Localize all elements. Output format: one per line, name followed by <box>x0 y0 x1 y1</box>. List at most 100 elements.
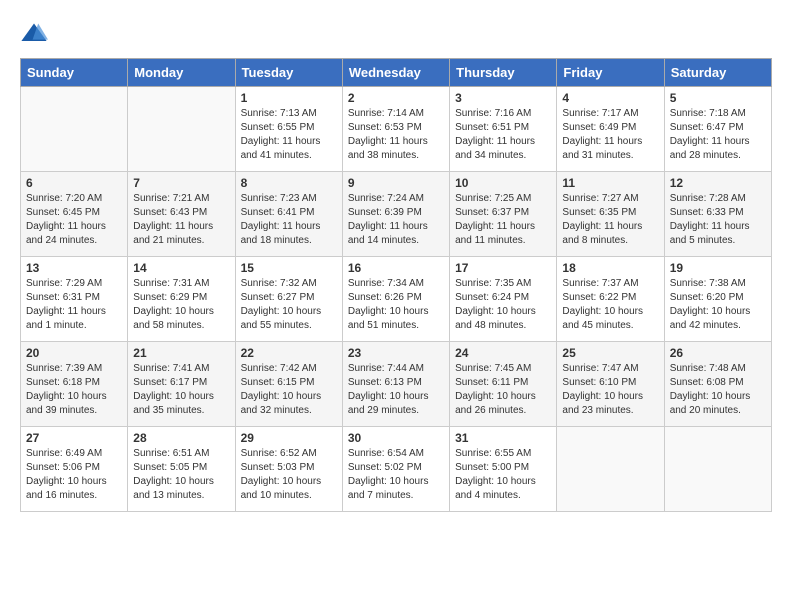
calendar-cell: 31 Sunrise: 6:55 AM Sunset: 5:00 PM Dayli… <box>450 427 557 512</box>
day-content: Sunrise: 7:27 AM Sunset: 6:35 PM Dayligh… <box>562 192 658 248</box>
calendar-cell: 6Sunrise: 7:20 AM Sunset: 6:45 PM Daylig… <box>21 172 128 257</box>
calendar-cell: 9 Sunrise: 7:24 AM Sunset: 6:39 PM Daylig… <box>342 172 449 257</box>
day-content: Sunrise: 6:51 AM Sunset: 5:05 PM Dayligh… <box>133 447 229 503</box>
calendar-week-row: 20 Sunrise: 7:39 AM Sunset: 6:18 PM Dayli… <box>21 342 772 427</box>
day-content: Sunrise: 7:21 AM Sunset: 6:43 PM Dayligh… <box>133 192 229 248</box>
day-number: 9 <box>348 176 444 190</box>
day-content: Sunrise: 7:13 AM Sunset: 6:55 PM Dayligh… <box>241 107 337 163</box>
calendar-cell: 13 Sunrise: 7:29 AM Sunset: 6:31 PM Dayli… <box>21 257 128 342</box>
page-header <box>20 20 772 48</box>
day-number: 11 <box>562 176 658 190</box>
calendar-cell: 16 Sunrise: 7:34 AM Sunset: 6:26 PM Dayli… <box>342 257 449 342</box>
calendar-cell: 21Sunrise: 7:41 AM Sunset: 6:17 PM Dayli… <box>128 342 235 427</box>
calendar-cell: 22 Sunrise: 7:42 AM Sunset: 6:15 PM Dayli… <box>235 342 342 427</box>
day-number: 5 <box>670 91 766 105</box>
calendar-body: 1 Sunrise: 7:13 AM Sunset: 6:55 PM Daylig… <box>21 87 772 512</box>
calendar-cell: 17Sunrise: 7:35 AM Sunset: 6:24 PM Dayli… <box>450 257 557 342</box>
day-content: Sunrise: 7:28 AM Sunset: 6:33 PM Dayligh… <box>670 192 766 248</box>
day-number: 1 <box>241 91 337 105</box>
calendar-day-header: Monday <box>128 59 235 87</box>
day-content: Sunrise: 7:34 AM Sunset: 6:26 PM Dayligh… <box>348 277 444 333</box>
day-content: Sunrise: 7:18 AM Sunset: 6:47 PM Dayligh… <box>670 107 766 163</box>
day-content: Sunrise: 7:16 AM Sunset: 6:51 PM Dayligh… <box>455 107 551 163</box>
day-number: 30 <box>348 431 444 445</box>
calendar-cell: 30 Sunrise: 6:54 AM Sunset: 5:02 PM Dayli… <box>342 427 449 512</box>
day-number: 4 <box>562 91 658 105</box>
logo-icon <box>20 20 48 48</box>
day-content: Sunrise: 6:52 AM Sunset: 5:03 PM Dayligh… <box>241 447 337 503</box>
calendar-day-header: Thursday <box>450 59 557 87</box>
logo <box>20 20 53 48</box>
day-content: Sunrise: 7:41 AM Sunset: 6:17 PM Dayligh… <box>133 362 229 418</box>
day-number: 24 <box>455 346 551 360</box>
day-number: 8 <box>241 176 337 190</box>
calendar-week-row: 13 Sunrise: 7:29 AM Sunset: 6:31 PM Dayli… <box>21 257 772 342</box>
calendar-day-header: Tuesday <box>235 59 342 87</box>
day-content: Sunrise: 7:38 AM Sunset: 6:20 PM Dayligh… <box>670 277 766 333</box>
calendar-cell: 25 Sunrise: 7:47 AM Sunset: 6:10 PM Dayli… <box>557 342 664 427</box>
calendar-table: SundayMondayTuesdayWednesdayThursdayFrid… <box>20 58 772 512</box>
day-number: 22 <box>241 346 337 360</box>
calendar-cell: 14Sunrise: 7:31 AM Sunset: 6:29 PM Dayli… <box>128 257 235 342</box>
day-number: 28 <box>133 431 229 445</box>
calendar-cell: 19Sunrise: 7:38 AM Sunset: 6:20 PM Dayli… <box>664 257 771 342</box>
calendar-day-header: Sunday <box>21 59 128 87</box>
calendar-cell: 23 Sunrise: 7:44 AM Sunset: 6:13 PM Dayli… <box>342 342 449 427</box>
day-number: 2 <box>348 91 444 105</box>
day-content: Sunrise: 7:37 AM Sunset: 6:22 PM Dayligh… <box>562 277 658 333</box>
day-number: 7 <box>133 176 229 190</box>
day-number: 20 <box>26 346 122 360</box>
day-number: 23 <box>348 346 444 360</box>
calendar-cell: 28 Sunrise: 6:51 AM Sunset: 5:05 PM Dayli… <box>128 427 235 512</box>
day-content: Sunrise: 7:44 AM Sunset: 6:13 PM Dayligh… <box>348 362 444 418</box>
calendar-cell: 4 Sunrise: 7:17 AM Sunset: 6:49 PM Daylig… <box>557 87 664 172</box>
calendar-cell <box>128 87 235 172</box>
day-number: 15 <box>241 261 337 275</box>
calendar-cell: 15Sunrise: 7:32 AM Sunset: 6:27 PM Dayli… <box>235 257 342 342</box>
calendar-header-row: SundayMondayTuesdayWednesdayThursdayFrid… <box>21 59 772 87</box>
calendar-cell: 27Sunrise: 6:49 AM Sunset: 5:06 PM Dayli… <box>21 427 128 512</box>
day-content: Sunrise: 7:24 AM Sunset: 6:39 PM Dayligh… <box>348 192 444 248</box>
calendar-cell: 2 Sunrise: 7:14 AM Sunset: 6:53 PM Daylig… <box>342 87 449 172</box>
day-content: Sunrise: 7:25 AM Sunset: 6:37 PM Dayligh… <box>455 192 551 248</box>
day-number: 3 <box>455 91 551 105</box>
day-content: Sunrise: 6:49 AM Sunset: 5:06 PM Dayligh… <box>26 447 122 503</box>
day-content: Sunrise: 7:39 AM Sunset: 6:18 PM Dayligh… <box>26 362 122 418</box>
day-content: Sunrise: 7:42 AM Sunset: 6:15 PM Dayligh… <box>241 362 337 418</box>
day-content: Sunrise: 7:23 AM Sunset: 6:41 PM Dayligh… <box>241 192 337 248</box>
calendar-day-header: Wednesday <box>342 59 449 87</box>
day-content: Sunrise: 7:17 AM Sunset: 6:49 PM Dayligh… <box>562 107 658 163</box>
calendar-week-row: 1 Sunrise: 7:13 AM Sunset: 6:55 PM Daylig… <box>21 87 772 172</box>
day-number: 31 <box>455 431 551 445</box>
day-number: 18 <box>562 261 658 275</box>
calendar-cell: 3 Sunrise: 7:16 AM Sunset: 6:51 PM Daylig… <box>450 87 557 172</box>
calendar-cell <box>664 427 771 512</box>
day-content: Sunrise: 7:48 AM Sunset: 6:08 PM Dayligh… <box>670 362 766 418</box>
day-content: Sunrise: 7:35 AM Sunset: 6:24 PM Dayligh… <box>455 277 551 333</box>
day-content: Sunrise: 6:55 AM Sunset: 5:00 PM Dayligh… <box>455 447 551 503</box>
day-number: 16 <box>348 261 444 275</box>
calendar-day-header: Friday <box>557 59 664 87</box>
calendar-cell: 1 Sunrise: 7:13 AM Sunset: 6:55 PM Daylig… <box>235 87 342 172</box>
calendar-cell: 24 Sunrise: 7:45 AM Sunset: 6:11 PM Dayli… <box>450 342 557 427</box>
calendar-cell: 18 Sunrise: 7:37 AM Sunset: 6:22 PM Dayli… <box>557 257 664 342</box>
day-content: Sunrise: 6:54 AM Sunset: 5:02 PM Dayligh… <box>348 447 444 503</box>
day-number: 13 <box>26 261 122 275</box>
calendar-cell: 20 Sunrise: 7:39 AM Sunset: 6:18 PM Dayli… <box>21 342 128 427</box>
day-number: 10 <box>455 176 551 190</box>
day-content: Sunrise: 7:29 AM Sunset: 6:31 PM Dayligh… <box>26 277 122 333</box>
day-number: 6 <box>26 176 122 190</box>
calendar-cell: 12 Sunrise: 7:28 AM Sunset: 6:33 PM Dayli… <box>664 172 771 257</box>
day-content: Sunrise: 7:14 AM Sunset: 6:53 PM Dayligh… <box>348 107 444 163</box>
calendar-cell: 29 Sunrise: 6:52 AM Sunset: 5:03 PM Dayli… <box>235 427 342 512</box>
calendar-cell: 8 Sunrise: 7:23 AM Sunset: 6:41 PM Daylig… <box>235 172 342 257</box>
calendar-cell: 26 Sunrise: 7:48 AM Sunset: 6:08 PM Dayli… <box>664 342 771 427</box>
calendar-cell: 5 Sunrise: 7:18 AM Sunset: 6:47 PM Daylig… <box>664 87 771 172</box>
day-number: 29 <box>241 431 337 445</box>
day-content: Sunrise: 7:47 AM Sunset: 6:10 PM Dayligh… <box>562 362 658 418</box>
day-number: 26 <box>670 346 766 360</box>
day-number: 12 <box>670 176 766 190</box>
day-number: 25 <box>562 346 658 360</box>
calendar-cell <box>557 427 664 512</box>
day-content: Sunrise: 7:45 AM Sunset: 6:11 PM Dayligh… <box>455 362 551 418</box>
